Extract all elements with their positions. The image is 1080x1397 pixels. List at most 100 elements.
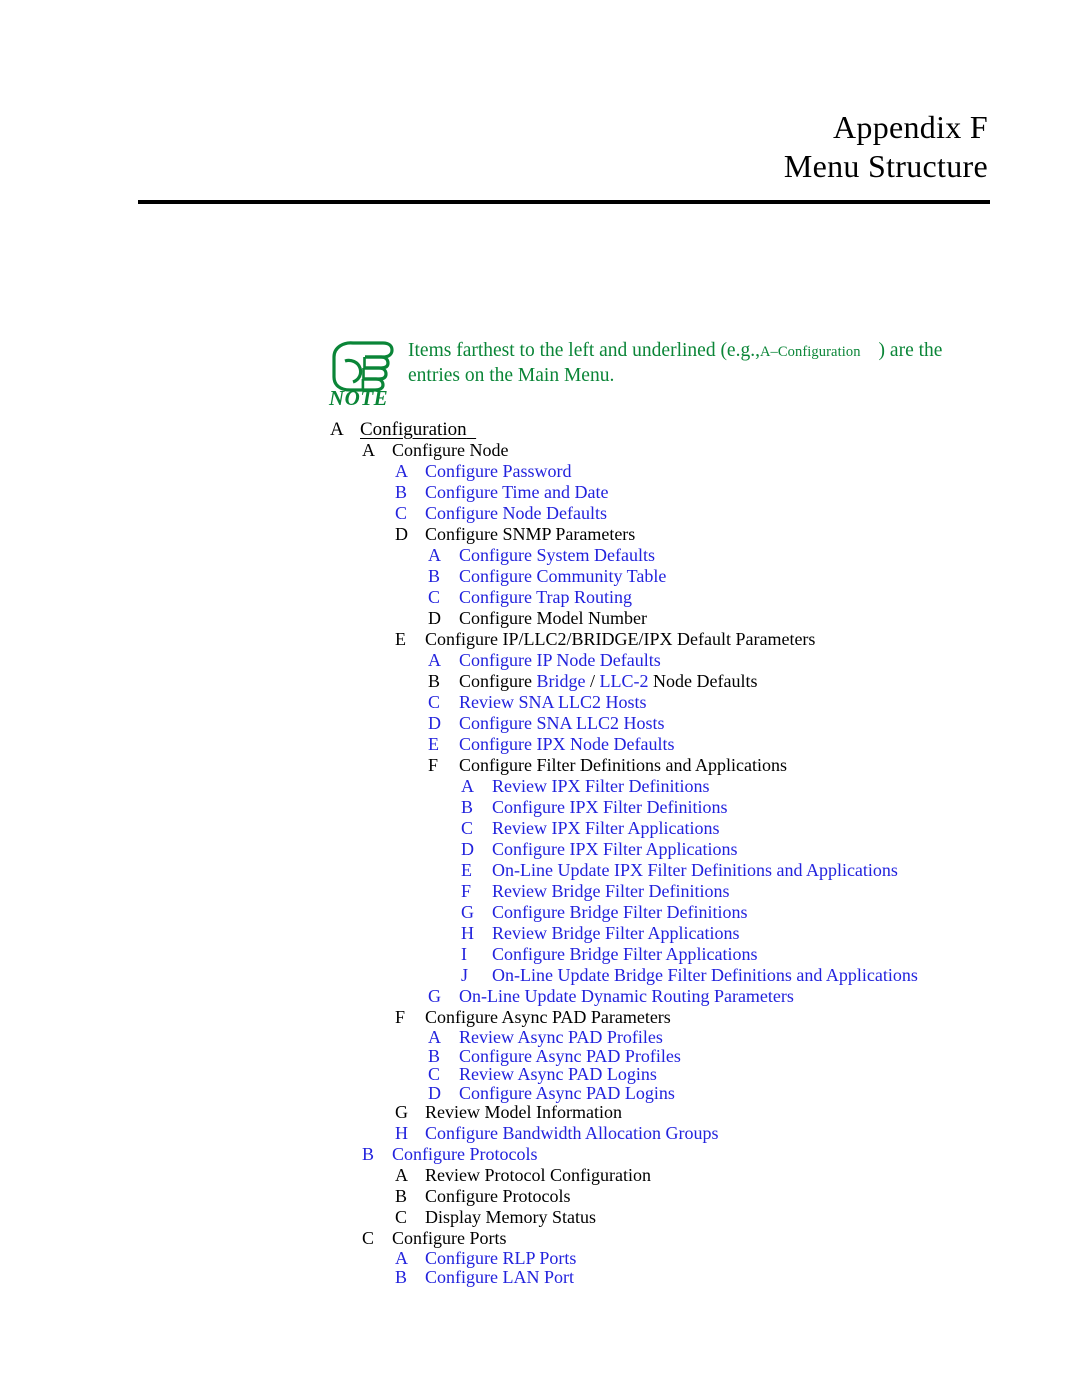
menu-row[interactable]: A Configure Node [0,440,1080,461]
menu-row-label-segment: Node Defaults [648,671,758,691]
menu-row[interactable]: E On-Line Update IPX Filter Definitions a… [0,860,1080,881]
menu-row-letter: C [395,1207,408,1227]
menu-row-label: Configure LAN Port [425,1266,574,1287]
menu-row-label: Configure Async PAD Profiles [459,1045,681,1066]
menu-row-label-text: Configure System Defaults [459,545,655,565]
menu-row-letter: G [461,902,474,922]
menu-row-label-text: Configure IP Node Defaults [459,650,661,670]
note-icon-label: NOTE [328,386,388,407]
menu-row-label-text: Configure RLP Ports [425,1248,577,1268]
menu-row-letter: E [428,734,439,754]
menu-row[interactable]: B Configure Async PAD Profiles [0,1045,1080,1066]
note-line-2: entries on the Main Menu. [408,365,615,386]
menu-row-label-text: Configure Async PAD Profiles [459,1045,681,1066]
menu-row[interactable]: C Review SNA LLC2 Hosts [0,692,1080,713]
menu-row-letter: C [395,503,408,523]
menu-row[interactable]: C Display Memory Status [0,1207,1080,1228]
menu-row[interactable]: H Configure Bandwidth Allocation Groups [0,1123,1080,1144]
menu-row[interactable]: A Review Async PAD Profiles [0,1028,1080,1047]
menu-row-label-segment: Configure [459,671,537,691]
menu-row[interactable]: G Configure Bridge Filter Definitions [0,902,1080,923]
menu-row[interactable]: B Configure IPX Filter Definitions [0,797,1080,818]
menu-row-label-text: Configure SNMP Parameters [425,524,636,544]
menu-row-label-text: Configure SNA LLC2 Hosts [459,713,665,733]
menu-row-label-text: Configure LAN Port [425,1266,574,1287]
menu-row-label-text: Configure Bridge Filter Definitions [492,902,748,922]
menu-row-label: On-Line Update Dynamic Routing Parameter… [459,986,794,1007]
note-callout: NOTE Items farthest to the left and unde… [326,333,986,407]
menu-row-letter: C [428,587,441,607]
menu-row[interactable]: E Configure IPX Node Defaults [0,734,1080,755]
menu-row[interactable]: D Configure Model Number [0,608,1080,629]
menu-row-label-text: On-Line Update Bridge Filter Definitions… [492,965,918,985]
menu-row-label-segment: Bridge [536,671,590,691]
menu-row[interactable]: A Configure System Defaults [0,545,1080,566]
menu-row[interactable]: B Configure Bridge / LLC-2 Node Defaults [0,671,1080,692]
menu-row-letter: C [362,1228,375,1248]
menu-row[interactable]: J On-Line Update Bridge Filter Definition… [0,965,1080,986]
menu-row-label-text: Display Memory Status [425,1207,596,1227]
menu-row[interactable]: G Review Model Information [0,1102,1080,1123]
menu-row-letter: D [428,713,441,733]
menu-row[interactable]: A Configuration [0,419,1080,440]
menu-row[interactable]: B Configure Protocols [0,1144,1080,1165]
menu-row[interactable]: F Configure Filter Definitions and Applic… [0,755,1080,776]
menu-row-label: Configure Protocols [425,1186,571,1207]
menu-structure-tree: A Configuration A Configure Node A Configure … [0,419,1080,1286]
menu-row[interactable]: D Configure IPX Filter Applications [0,839,1080,860]
menu-row-letter: D [461,839,474,859]
note-line-1-part-2: ) are the [878,340,943,361]
menu-row-label-text: On-Line Update IPX Filter Definitions an… [492,860,898,880]
menu-row[interactable]: G On-Line Update Dynamic Routing Paramete… [0,986,1080,1007]
menu-row-label-text: Configure IPX Filter Applications [492,839,738,859]
menu-row-label-underlined: Configuration [360,419,467,440]
menu-row-label-text: Configure IPX Filter Definitions [492,797,728,817]
menu-row[interactable]: B Configure LAN Port [0,1266,1080,1287]
menu-row[interactable]: B Configure Community Table [0,566,1080,587]
menu-row-label: Review SNA LLC2 Hosts [459,692,647,713]
menu-row-label-text: Configure Protocols [425,1186,571,1206]
menu-row[interactable]: B Configure Time and Date [0,482,1080,503]
menu-row-letter: A [461,776,474,796]
menu-row[interactable]: D Configure SNMP Parameters [0,524,1080,545]
menu-row[interactable]: E Configure IP/LLC2/BRIDGE/IPX Default Pa… [0,629,1080,650]
menu-row[interactable]: C Configure Ports [0,1228,1080,1249]
menu-row-label-text: Configure Async PAD Logins [459,1082,675,1103]
menu-row-letter: H [395,1123,408,1143]
menu-row[interactable]: F Configure Async PAD Parameters [0,1007,1080,1028]
menu-row[interactable]: I Configure Bridge Filter Applications [0,944,1080,965]
menu-row[interactable]: A Review Protocol Configuration [0,1165,1080,1186]
menu-row[interactable]: A Review IPX Filter Definitions [0,776,1080,797]
menu-row-letter: D [428,608,441,628]
menu-row-label: Configure IP/LLC2/BRIDGE/IPX Default Par… [425,629,815,650]
menu-row[interactable]: C Configure Trap Routing [0,587,1080,608]
menu-row-label-text: Review Bridge Filter Definitions [492,881,730,901]
menu-row[interactable]: A Configure Password [0,461,1080,482]
menu-row[interactable]: C Review Async PAD Logins [0,1065,1080,1084]
menu-row-letter: A [395,1248,408,1268]
menu-row-label: Configure System Defaults [459,545,655,566]
menu-row-letter: B [428,566,441,586]
menu-row-label: Review Protocol Configuration [425,1165,651,1186]
page-header: Appendix F Menu Structure [0,0,1080,204]
menu-row-label: Review IPX Filter Definitions [492,776,709,797]
menu-row[interactable]: H Review Bridge Filter Applications [0,923,1080,944]
menu-row-label-text: Review Model Information [425,1102,622,1122]
menu-row[interactable]: A Configure RLP Ports [0,1249,1080,1268]
menu-row-label: Configure Node [392,440,508,461]
menu-row[interactable]: C Review IPX Filter Applications [0,818,1080,839]
menu-row-label: Review Model Information [425,1102,622,1123]
menu-row-label: Configure IPX Filter Definitions [492,797,727,818]
menu-row[interactable]: D Configure SNA LLC2 Hosts [0,713,1080,734]
menu-row-letter: E [461,860,472,880]
menu-row[interactable]: B Configure Protocols [0,1186,1080,1207]
menu-row-letter: B [428,1045,441,1066]
menu-row[interactable]: C Configure Node Defaults [0,503,1080,524]
menu-row[interactable]: F Review Bridge Filter Definitions [0,881,1080,902]
menu-row-label: Configure Filter Definitions and Applica… [459,755,787,776]
menu-row[interactable]: D Configure Async PAD Logins [0,1082,1080,1103]
menu-row-label-text: Configure Trap Routing [459,587,633,607]
menu-row-letter: B [395,1266,408,1287]
menu-row-label: Review Async PAD Profiles [459,1028,663,1047]
menu-row[interactable]: A Configure IP Node Defaults [0,650,1080,671]
